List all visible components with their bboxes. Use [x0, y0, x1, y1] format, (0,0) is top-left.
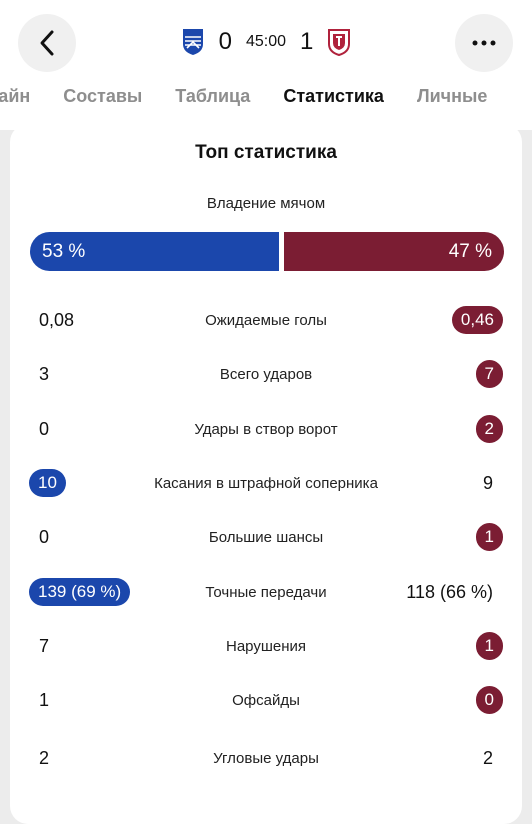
stat-home-value: 0	[39, 526, 50, 547]
possession-home-value: 53 %	[42, 240, 86, 262]
away-highlight-pill: 2	[475, 415, 503, 443]
card-title: Топ статистика	[195, 142, 337, 163]
away-score: 1	[300, 28, 314, 55]
stat-home-value: 3	[39, 363, 50, 384]
stat-row: 1 0 Офсайды	[0, 680, 532, 720]
stat-home-value: 1	[39, 689, 50, 710]
stat-row: 3 7 Всего ударов	[0, 354, 532, 394]
stat-home-value: 7	[39, 635, 50, 656]
possession-label: Владение мячом	[206, 195, 326, 212]
stat-away-value: 7	[475, 354, 503, 394]
stat-label: Нарушения	[225, 637, 306, 655]
stat-away-value: 118 (66 %)	[406, 581, 493, 602]
away-highlight-pill: 1	[475, 632, 503, 660]
more-options-button[interactable]	[455, 14, 513, 72]
stat-label: Точные передачи	[205, 583, 327, 601]
ellipsis-icon	[472, 40, 496, 46]
stat-row: 0 1 Большие шансы	[0, 517, 532, 557]
stat-away-value: 1	[475, 517, 503, 557]
away-team-crest	[328, 29, 351, 56]
stat-home-value: 2	[39, 747, 50, 768]
home-score: 0	[218, 28, 232, 55]
stat-label: Большие шансы	[208, 528, 324, 546]
stat-home-value: 10	[29, 463, 66, 503]
home-highlight-pill: 139 (69 %)	[29, 578, 131, 606]
stat-label: Всего ударов	[219, 365, 313, 383]
stat-row: 10 9 Касания в штрафной соперника	[0, 463, 532, 503]
stat-label: Офсайды	[232, 691, 300, 709]
away-highlight-pill: 1	[475, 523, 503, 551]
tab-1[interactable]: Составы	[63, 86, 142, 107]
away-highlight-pill: 0,46	[451, 306, 503, 334]
match-clock: 45:00	[245, 33, 287, 50]
stat-home-value: 139 (69 %)	[29, 572, 131, 612]
home-highlight-pill: 10	[29, 469, 66, 497]
stat-row: 2 2 Угловые удары	[0, 738, 532, 778]
away-highlight-pill: 7	[475, 360, 503, 388]
stat-label: Удары в створ ворот	[194, 420, 338, 438]
stat-home-value: 0,08	[39, 309, 75, 330]
tab-2[interactable]: Таблица	[175, 86, 250, 107]
stat-label: Касания в штрафной соперника	[154, 474, 378, 492]
stat-away-value: 2	[475, 409, 503, 449]
match-header: 0 45:00 1 нлайн Составы Таблица Статистика Л…	[0, 0, 532, 130]
possession-home-bar: 53 %	[30, 232, 279, 271]
stat-home-value: 0	[39, 418, 50, 439]
stat-label: Угловые удары	[213, 749, 319, 767]
tab-4[interactable]: Личные	[417, 86, 487, 107]
tab-3[interactable]: Статистика	[283, 86, 384, 107]
possession-away-value: 47 %	[448, 240, 492, 262]
stat-away-value: 1	[475, 626, 503, 666]
tab-bar: нлайн Составы Таблица Статистика Личные	[0, 86, 520, 107]
stat-away-value: 0,46	[451, 300, 503, 340]
scoreboard[interactable]: 0 45:00 1	[0, 24, 532, 60]
stat-away-value: 9	[482, 472, 493, 493]
home-team-crest	[182, 29, 203, 55]
stat-away-value: 2	[482, 747, 493, 768]
stat-row: 7 1 Нарушения	[0, 626, 532, 666]
away-highlight-pill: 0	[475, 686, 503, 714]
stat-row: 0 2 Удары в створ ворот	[0, 409, 532, 449]
stat-label: Ожидаемые голы	[205, 311, 327, 329]
stat-row: 139 (69 %) 118 (66 %) Точные передачи	[0, 572, 532, 612]
possession-away-bar: 47 %	[284, 232, 504, 271]
tab-0[interactable]: нлайн	[0, 86, 30, 107]
stat-away-value: 0	[475, 680, 503, 720]
stat-row: 0,08 0,46 Ожидаемые голы	[0, 300, 532, 340]
